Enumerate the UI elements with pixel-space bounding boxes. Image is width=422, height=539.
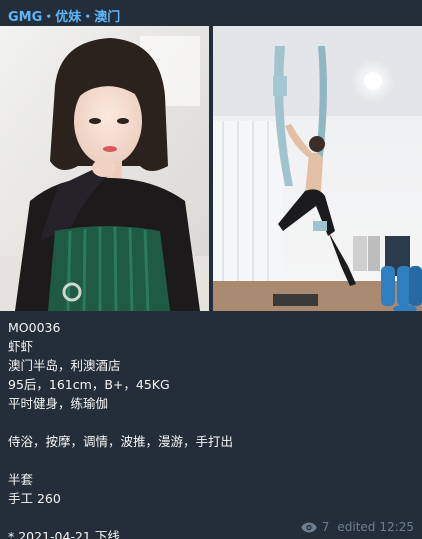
profile-stats: 95后，161cm，B+，45KG — [8, 377, 170, 392]
profile-services: 侍浴，按摩，调情，波推，漫游，手打出 — [8, 434, 234, 449]
profile-location: 澳门半岛，利澳酒店 — [8, 358, 121, 373]
message-meta: 7 edited 12:25 — [301, 520, 414, 534]
profile-package: 半套 — [8, 472, 34, 487]
profile-code: MO0036 — [8, 320, 61, 335]
message-time: 12:25 — [379, 520, 414, 534]
profile-hobbies: 平时健身，练瑜伽 — [8, 396, 109, 411]
portrait-photo[interactable] — [0, 26, 209, 311]
profile-nickname: 虾虾 — [8, 339, 34, 354]
photo-album — [0, 26, 422, 311]
channel-title[interactable]: GMG・优妹・澳门 — [8, 6, 120, 25]
view-count: 7 — [321, 520, 330, 534]
edited-label: edited — [337, 520, 376, 534]
message-card: GMG・优妹・澳门 MO0036 虾虾 澳门半岛，利澳酒店 95后，161cm，… — [0, 0, 422, 539]
eye-icon — [301, 522, 317, 532]
profile-price: 手工 260 — [8, 491, 61, 506]
message-text: MO0036 虾虾 澳门半岛，利澳酒店 95后，161cm，B+，45KG 平时… — [8, 318, 414, 539]
aerial-yoga-photo[interactable] — [213, 26, 422, 311]
